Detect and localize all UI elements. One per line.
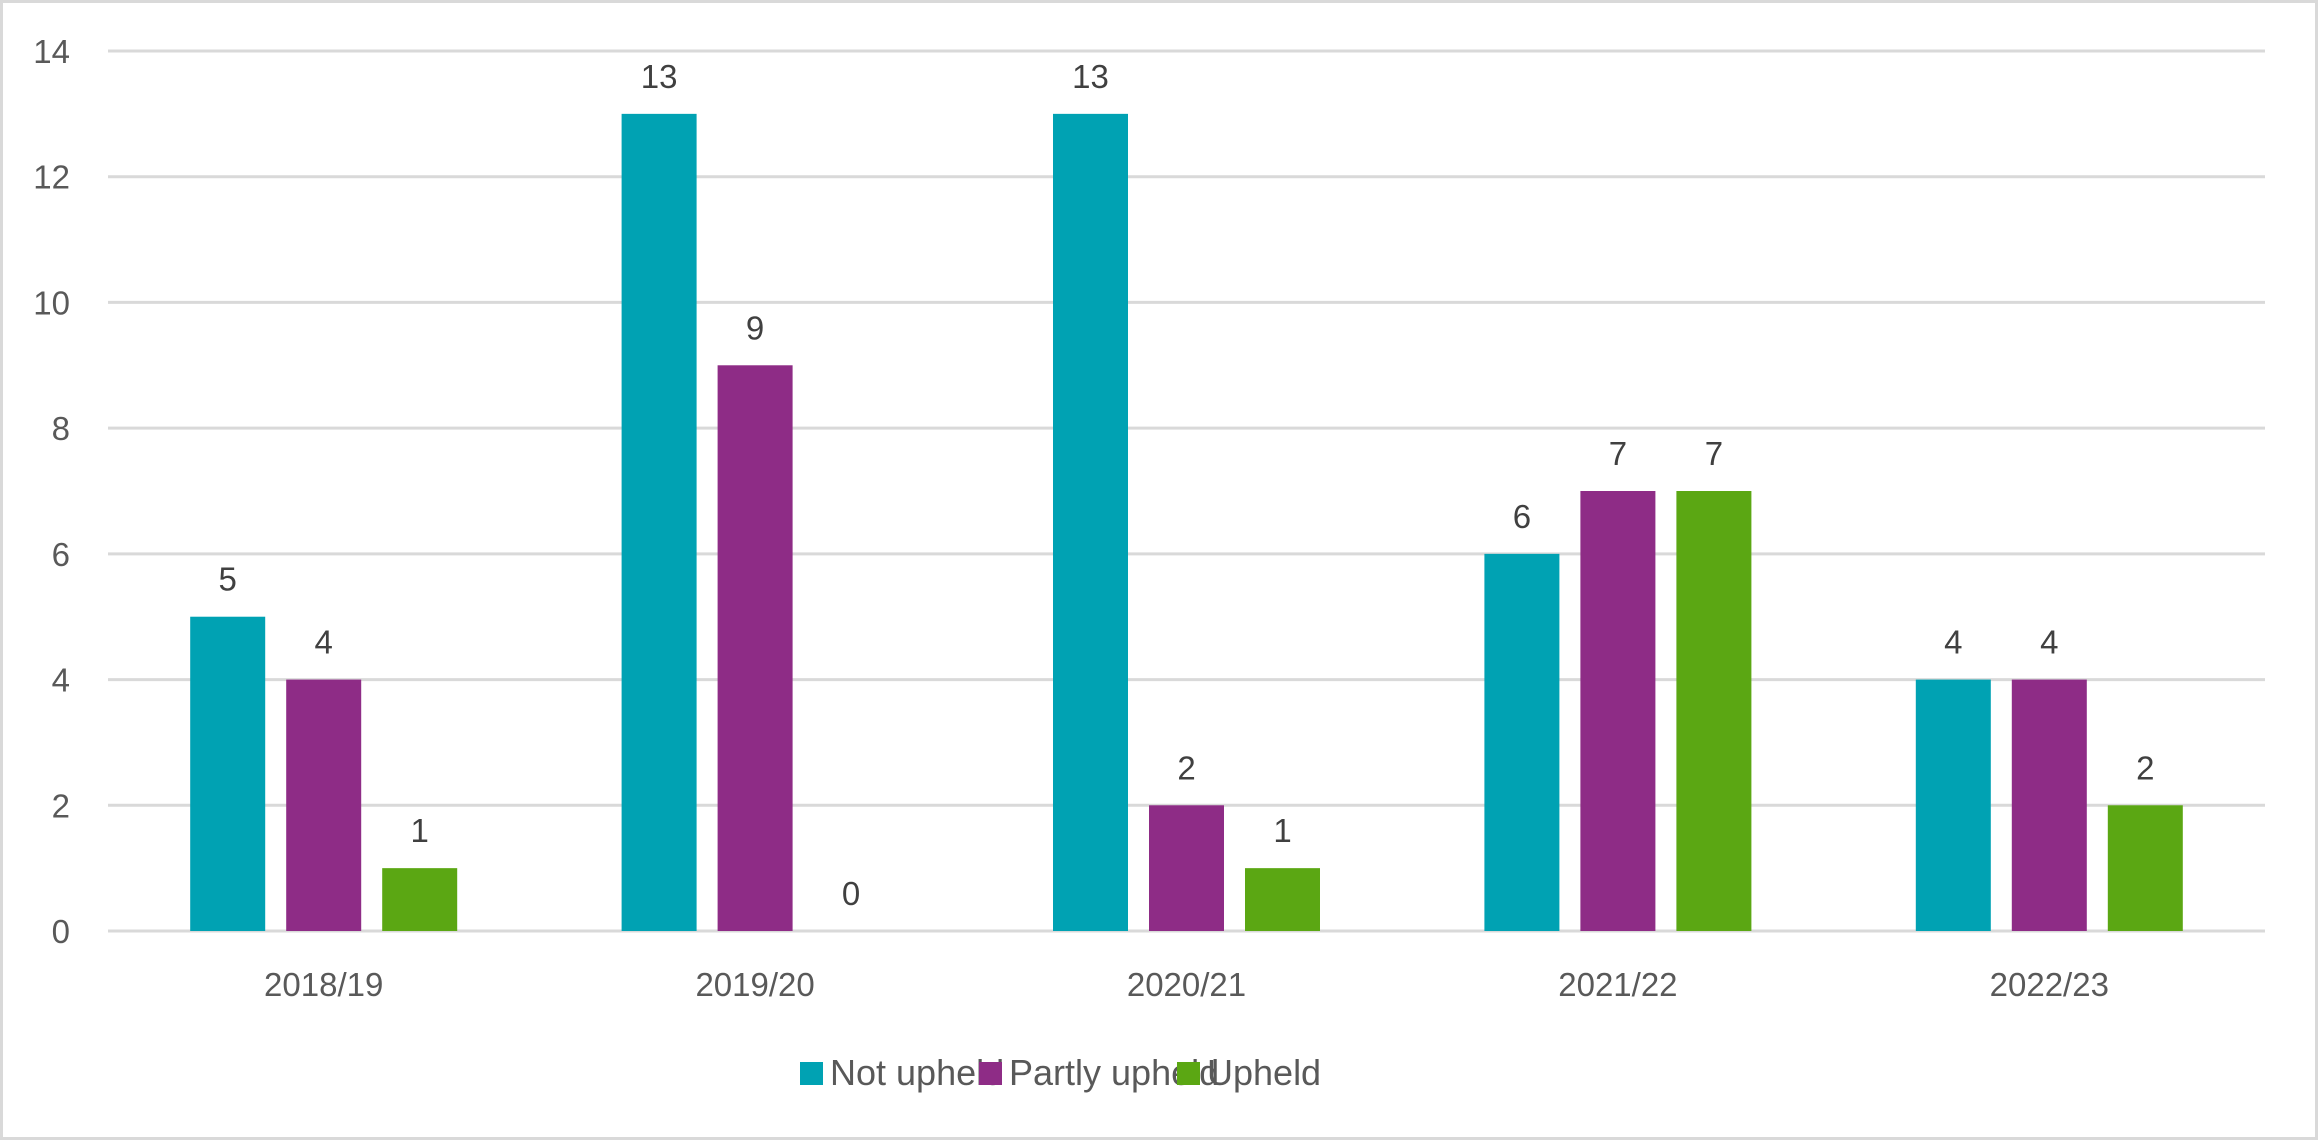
y-tick-label: 4 xyxy=(52,662,70,699)
bar-upheld xyxy=(382,868,458,931)
y-tick-label: 2 xyxy=(52,787,70,824)
legend-label: Upheld xyxy=(1207,1052,1321,1093)
data-labels: 5 4 1 13 9 0 13 2 1 6 7 7 4 4 2 xyxy=(219,58,2155,912)
data-label: 4 xyxy=(2040,624,2058,661)
bar-not-upheld xyxy=(1053,113,1128,932)
bars xyxy=(190,113,2183,932)
data-label: 13 xyxy=(1072,58,1109,95)
bar-partly-upheld xyxy=(1580,491,1656,931)
x-tick-label: 2018/19 xyxy=(264,966,383,1003)
data-label: 4 xyxy=(315,624,333,661)
data-label: 5 xyxy=(219,561,237,598)
legend: Not upheld Partly upheldUpheld xyxy=(800,1052,1321,1093)
bar-partly-upheld xyxy=(717,365,793,931)
y-tick-label: 12 xyxy=(33,159,70,196)
x-tick-label: 2021/22 xyxy=(1558,966,1677,1003)
data-label: 13 xyxy=(641,58,678,95)
x-tick-label: 2022/23 xyxy=(1990,966,2109,1003)
y-axis-ticks: 0 2 4 6 8 10 12 14 xyxy=(33,33,70,950)
bar-upheld xyxy=(2107,805,2183,931)
bar-chart: 02468101214 5411390132167 74 42 2018/19 201… xyxy=(33,33,2265,1093)
legend-label: Not upheld xyxy=(830,1052,1004,1093)
y-tick-label: 8 xyxy=(52,410,70,447)
legend-swatch xyxy=(1177,1062,1200,1085)
y-tick-label: 10 xyxy=(33,284,70,321)
y-tick-label: 6 xyxy=(52,536,70,573)
bar-upheld xyxy=(1676,491,1752,931)
legend-swatch xyxy=(800,1062,823,1085)
bar-partly-upheld xyxy=(1149,805,1224,931)
bar-partly-upheld xyxy=(286,679,362,931)
bar-not-upheld xyxy=(1484,553,1560,931)
x-tick-label: 2020/21 xyxy=(1127,966,1246,1003)
legend-swatch xyxy=(979,1062,1002,1085)
bar-not-upheld xyxy=(621,113,697,932)
bar-partly-upheld xyxy=(2011,679,2087,931)
x-axis-ticks: 2018/19 2019/20 2020/21 2021/22 2022/23 xyxy=(264,966,2109,1003)
data-label: 0 xyxy=(842,875,860,912)
y-tick-label: 14 xyxy=(33,33,70,70)
bar-not-upheld xyxy=(1915,679,1991,931)
data-label: 9 xyxy=(746,309,764,346)
data-label: 1 xyxy=(1273,812,1291,849)
x-tick-label: 2019/20 xyxy=(695,966,814,1003)
data-label: 7 xyxy=(1705,435,1723,472)
data-label: 2 xyxy=(1177,749,1195,786)
data-label: 1 xyxy=(411,812,429,849)
bar-not-upheld xyxy=(190,616,266,931)
y-tick-label: 0 xyxy=(52,913,70,950)
data-label: 7 xyxy=(1609,435,1627,472)
data-label: 6 xyxy=(1513,498,1531,535)
data-label: 2 xyxy=(2136,749,2154,786)
data-label: 4 xyxy=(1944,624,1962,661)
bar-upheld xyxy=(1245,868,1320,931)
